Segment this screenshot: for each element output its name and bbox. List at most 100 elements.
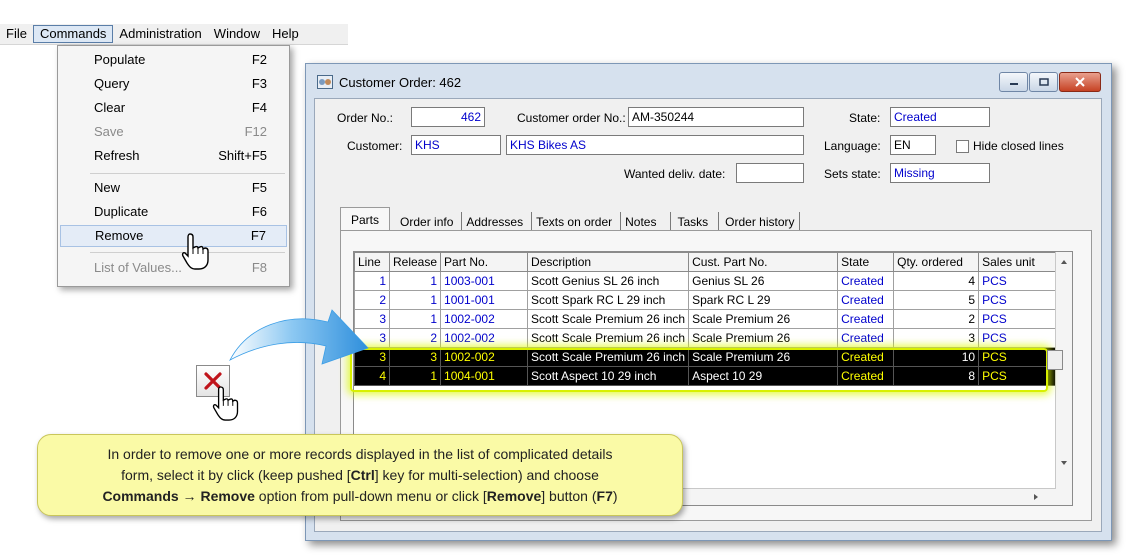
cell-cust-part-no: Scale Premium 26 xyxy=(688,328,839,348)
cell-release: 1 xyxy=(388,271,442,291)
col-release[interactable]: Release xyxy=(388,252,442,272)
menu-administration[interactable]: Administration xyxy=(113,25,207,43)
cell-cust-part-no: Aspect 10 29 xyxy=(688,366,839,386)
table-row[interactable]: 1 1 1003-001 Scott Genius SL 26 inch Gen… xyxy=(354,271,1058,291)
menu-bar: File Commands Administration Window Help xyxy=(0,24,348,45)
hide-closed-lines-checkbox[interactable] xyxy=(956,140,969,153)
customer-order-no-field[interactable]: AM-350244 xyxy=(628,107,804,127)
col-state[interactable]: State xyxy=(837,252,895,272)
cell-state: Created xyxy=(837,309,895,329)
cell-release: 2 xyxy=(388,328,442,348)
menu-item-refresh[interactable]: Refresh Shift+F5 xyxy=(60,145,287,167)
cell-unit: PCS xyxy=(978,271,1058,291)
hide-closed-lines-label: Hide closed lines xyxy=(973,139,1064,153)
table-row[interactable]: 3 2 1002-002 Scott Scale Premium 26 inch… xyxy=(354,328,1058,348)
cell-qty: 5 xyxy=(893,290,980,310)
cell-state: Created xyxy=(837,271,895,291)
cell-description: Scott Aspect 10 29 inch xyxy=(527,366,690,386)
menu-item-remove[interactable]: Remove F7 xyxy=(60,225,287,247)
tab-tasks[interactable]: Tasks xyxy=(670,212,712,232)
col-description[interactable]: Description xyxy=(527,252,690,272)
menu-item-new[interactable]: New F5 xyxy=(60,177,287,199)
cell-unit: PCS xyxy=(978,347,1058,367)
col-qty-ordered[interactable]: Qty. ordered xyxy=(893,252,980,272)
order-lines-table: Line Release Part No. Description Cust. … xyxy=(354,252,1058,386)
table-row-selected[interactable]: 3 3 1002-002 Scott Scale Premium 26 inch… xyxy=(354,347,1058,367)
maximize-button[interactable] xyxy=(1029,72,1058,92)
cell-release: 1 xyxy=(388,366,442,386)
table-row-selected[interactable]: 4 1 1004-001 Scott Aspect 10 29 inch Asp… xyxy=(354,366,1058,386)
customer-order-no-label: Customer order No.: xyxy=(517,111,626,125)
cell-state: Created xyxy=(837,347,895,367)
sets-state-label: Sets state: xyxy=(824,167,881,181)
col-part-no[interactable]: Part No. xyxy=(440,252,529,272)
menu-item-clear[interactable]: Clear F4 xyxy=(60,97,287,119)
menu-window[interactable]: Window xyxy=(208,25,266,43)
cell-qty: 4 xyxy=(893,271,980,291)
cell-release: 1 xyxy=(388,309,442,329)
tab-notes[interactable]: Notes xyxy=(620,212,660,232)
col-sales-unit[interactable]: Sales unit xyxy=(978,252,1058,272)
tab-addresses[interactable]: Addresses xyxy=(461,212,527,232)
cell-unit: PCS xyxy=(978,328,1058,348)
scroll-arrows-icon xyxy=(1061,260,1067,465)
menu-item-query[interactable]: Query F3 xyxy=(60,73,287,95)
col-cust-part-no[interactable]: Cust. Part No. xyxy=(688,252,839,272)
state-field[interactable]: Created xyxy=(890,107,990,127)
menu-item-save[interactable]: Save F12 xyxy=(60,121,287,143)
cell-cust-part-no: Scale Premium 26 xyxy=(688,309,839,329)
cell-unit: PCS xyxy=(978,309,1058,329)
cell-qty: 3 xyxy=(893,328,980,348)
cell-release: 1 xyxy=(388,290,442,310)
cell-part-no: 1001-001 xyxy=(440,290,529,310)
tab-texts-on-order[interactable]: Texts on order xyxy=(531,212,616,232)
col-line[interactable]: Line xyxy=(354,252,390,272)
maximize-icon xyxy=(1038,78,1049,86)
cell-part-no: 1002-002 xyxy=(440,347,529,367)
sets-state-field[interactable]: Missing xyxy=(890,163,990,183)
cell-description: Scott Scale Premium 26 inch xyxy=(527,309,690,329)
menu-help[interactable]: Help xyxy=(266,25,305,43)
customer-id-field[interactable]: KHS xyxy=(411,135,501,155)
close-icon xyxy=(1075,77,1085,87)
cell-description: Scott Spark RC L 29 inch xyxy=(527,290,690,310)
instruction-callout: In order to remove one or more records d… xyxy=(37,434,683,516)
pointing-hand-icon xyxy=(181,233,209,270)
cell-qty: 8 xyxy=(893,366,980,386)
menu-item-duplicate[interactable]: Duplicate F6 xyxy=(60,201,287,223)
minimize-button[interactable] xyxy=(999,72,1028,92)
minimize-icon xyxy=(1009,83,1018,85)
customer-name-field[interactable]: KHS Bikes AS xyxy=(506,135,804,155)
menu-commands[interactable]: Commands xyxy=(32,25,114,43)
wanted-deliv-date-field[interactable] xyxy=(736,163,804,183)
customer-label: Customer: xyxy=(347,139,403,153)
order-no-field[interactable]: 462 xyxy=(411,107,485,127)
cell-state: Created xyxy=(837,366,895,386)
cell-qty: 2 xyxy=(893,309,980,329)
cell-part-no: 1002-002 xyxy=(440,328,529,348)
close-button[interactable] xyxy=(1059,72,1101,92)
callout-line-2: form, select it by click (keep pushed [C… xyxy=(121,467,599,483)
tab-parts[interactable]: Parts xyxy=(340,207,391,232)
cell-qty: 10 xyxy=(893,347,980,367)
tab-order-history[interactable]: Order history xyxy=(718,212,800,232)
cell-description: Scott Scale Premium 26 inch xyxy=(527,347,690,367)
cell-cust-part-no: Scale Premium 26 xyxy=(688,347,839,367)
menu-item-populate[interactable]: Populate F2 xyxy=(60,49,287,71)
table-row[interactable]: 3 1 1002-002 Scott Scale Premium 26 inch… xyxy=(354,309,1058,329)
grid-vertical-scrollbar[interactable] xyxy=(1055,252,1072,505)
commands-dropdown: Populate F2 Query F3 Clear F4 Save F12 R… xyxy=(57,45,290,287)
cell-line: 2 xyxy=(354,290,390,310)
cell-unit: PCS xyxy=(978,366,1058,386)
cell-cust-part-no: Genius SL 26 xyxy=(688,271,839,291)
tab-order-info[interactable]: Order info xyxy=(396,212,457,232)
cell-state: Created xyxy=(837,290,895,310)
menu-item-list-of-values[interactable]: List of Values... F8 xyxy=(60,257,287,279)
table-row[interactable]: 2 1 1001-001 Scott Spark RC L 29 inch Sp… xyxy=(354,290,1058,310)
state-label: State: xyxy=(849,111,881,125)
grid-side-handle[interactable] xyxy=(1047,350,1063,370)
menu-file[interactable]: File xyxy=(0,25,33,43)
language-label: Language: xyxy=(824,139,881,153)
language-field[interactable]: EN xyxy=(890,135,936,155)
cell-unit: PCS xyxy=(978,290,1058,310)
